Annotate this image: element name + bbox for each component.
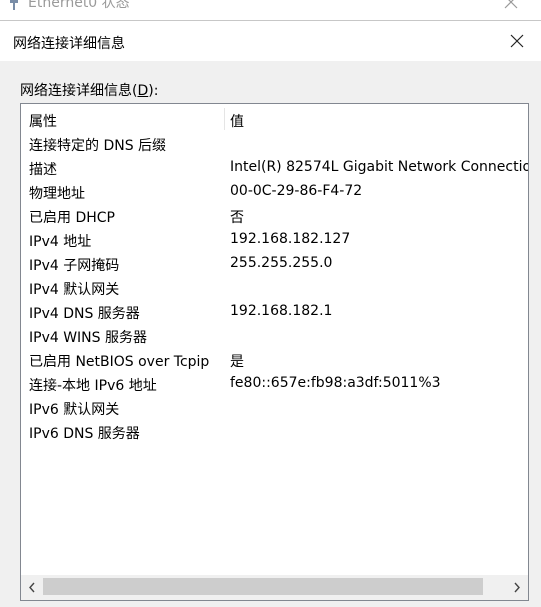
property-cell: IPv6 DNS 服务器 <box>29 426 140 442</box>
value-cell: Intel(R) 82574L Gigabit Network Connecti… <box>230 159 528 175</box>
property-cell: IPv4 子网掩码 <box>29 258 120 274</box>
property-cell: 已启用 DHCP <box>29 210 115 226</box>
scrollbar-thumb[interactable] <box>43 578 483 595</box>
network-adapter-icon <box>10 0 18 10</box>
list-item[interactable]: 已启用 NetBIOS over Tcpip 是 <box>21 348 528 372</box>
column-divider[interactable] <box>224 108 225 130</box>
details-list[interactable]: 属性 值 连接特定的 DNS 后缀 描述 Intel(R) 82574L Giga… <box>20 103 529 601</box>
property-cell: 物理地址 <box>29 186 85 202</box>
value-cell: 是 <box>230 354 244 370</box>
property-cell: 描述 <box>29 162 57 178</box>
network-details-dialog: 网络连接详细信息 网络连接详细信息(D): 属性 值 连接特定的 DNS 后缀 … <box>0 20 541 607</box>
value-cell: fe80::657e:fb98:a3df:5011%3 <box>230 375 441 391</box>
property-cell: IPv4 默认网关 <box>29 282 120 298</box>
details-label-prefix: 网络连接详细信息( <box>20 83 138 99</box>
list-item[interactable]: 连接特定的 DNS 后缀 <box>21 132 528 156</box>
list-item[interactable]: IPv4 子网掩码 255.255.255.0 <box>21 252 528 276</box>
background-window: Ethernet0 状态 <box>0 0 541 22</box>
details-label: 网络连接详细信息(D): <box>20 80 158 100</box>
background-window-title: Ethernet0 状态 <box>28 0 130 11</box>
details-label-suffix: ): <box>148 83 159 99</box>
list-item[interactable]: IPv6 DNS 服务器 <box>21 420 528 444</box>
list-item[interactable]: IPv4 地址 192.168.182.127 <box>21 228 528 252</box>
property-cell: 连接特定的 DNS 后缀 <box>29 138 167 154</box>
title-bar[interactable]: 网络连接详细信息 <box>0 21 541 61</box>
value-cell: 192.168.182.1 <box>230 303 333 319</box>
chevron-right-icon[interactable] <box>506 575 528 600</box>
list-item[interactable]: 物理地址 00-0C-29-86-F4-72 <box>21 180 528 204</box>
value-cell: 否 <box>230 210 244 226</box>
list-item[interactable]: 已启用 DHCP 否 <box>21 204 528 228</box>
property-cell: IPv4 DNS 服务器 <box>29 306 140 322</box>
value-cell: 255.255.255.0 <box>230 255 333 271</box>
property-cell: IPv4 地址 <box>29 234 92 250</box>
list-item[interactable]: IPv6 默认网关 <box>21 396 528 420</box>
horizontal-scrollbar[interactable] <box>21 575 528 600</box>
list-header: 属性 值 <box>21 104 528 134</box>
list-item[interactable]: IPv4 默认网关 <box>21 276 528 300</box>
list-item[interactable]: IPv4 WINS 服务器 <box>21 324 528 348</box>
close-icon[interactable] <box>506 30 528 52</box>
column-header-property[interactable]: 属性 <box>29 111 57 131</box>
value-cell: 192.168.182.127 <box>230 231 351 247</box>
list-rows: 连接特定的 DNS 后缀 描述 Intel(R) 82574L Gigabit N… <box>21 132 528 572</box>
property-cell: 连接-本地 IPv6 地址 <box>29 378 157 394</box>
property-cell: IPv4 WINS 服务器 <box>29 330 147 346</box>
list-item[interactable]: 描述 Intel(R) 82574L Gigabit Network Connec… <box>21 156 528 180</box>
details-label-access-key: D <box>137 83 149 99</box>
dialog-title: 网络连接详细信息 <box>13 36 125 52</box>
value-cell: 00-0C-29-86-F4-72 <box>230 183 363 199</box>
list-item[interactable]: IPv4 DNS 服务器 192.168.182.1 <box>21 300 528 324</box>
column-header-value[interactable]: 值 <box>230 111 244 131</box>
property-cell: 已启用 NetBIOS over Tcpip <box>29 354 210 370</box>
close-icon[interactable] <box>500 0 522 13</box>
property-cell: IPv6 默认网关 <box>29 402 120 418</box>
list-item[interactable]: 连接-本地 IPv6 地址 fe80::657e:fb98:a3df:5011%3 <box>21 372 528 396</box>
chevron-left-icon[interactable] <box>21 575 43 600</box>
